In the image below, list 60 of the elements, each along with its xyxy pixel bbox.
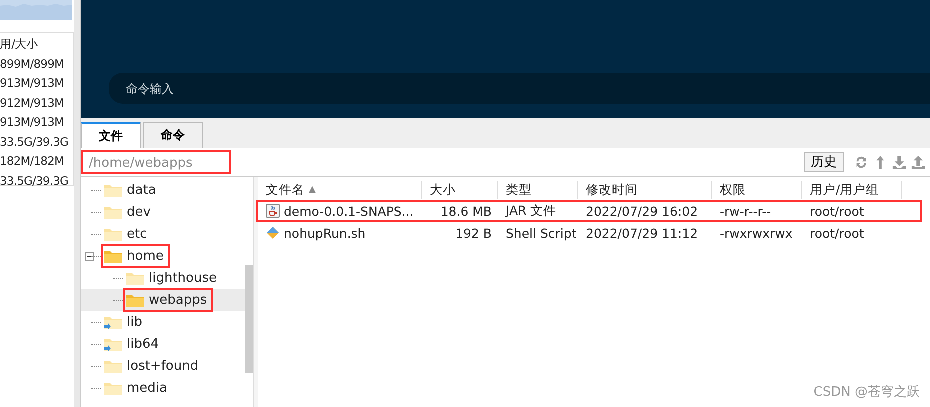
tree-item[interactable]: webapps	[123, 288, 214, 312]
folder-icon	[125, 292, 145, 308]
column-header[interactable]: 大小	[422, 181, 498, 199]
folder-icon	[103, 226, 123, 242]
tree-item[interactable]: lib	[101, 310, 148, 334]
scrollbar-thumb[interactable]	[245, 265, 253, 373]
file-name-cell[interactable]: demo-0.0.1-SNAPS...	[258, 204, 422, 218]
table-cell-text: 913M/913M	[0, 75, 66, 92]
table-cell-text: 182M/182M	[0, 153, 66, 170]
watermark-text: CSDN @苍穹之跃	[814, 384, 920, 401]
table-cell-text: JAR 文件	[504, 202, 558, 220]
table-cell-text: 2022/07/29 16:02	[585, 204, 700, 218]
column-header[interactable]: 权限	[712, 181, 802, 199]
table-cell-text: 2022/07/29 11:12	[585, 226, 700, 240]
folder-icon	[103, 204, 123, 220]
folder-icon	[103, 248, 123, 264]
table-cell-text: 899M/899M	[0, 56, 66, 72]
tree-item[interactable]: home	[101, 244, 170, 268]
path-field[interactable]: /home/webapps	[81, 150, 231, 174]
folder-icon	[103, 380, 123, 396]
column-header[interactable]: 文件名 ▲	[258, 181, 422, 199]
table-cell-text: 18.6 MB	[440, 204, 493, 218]
file-name-cell[interactable]: nohupRun.sh	[258, 226, 422, 240]
tree-item[interactable]: lib64	[101, 332, 166, 356]
refresh-icon[interactable]	[854, 154, 869, 170]
column-header[interactable]: 类型	[498, 181, 578, 199]
tab[interactable]: 文件	[81, 122, 141, 148]
tree-item[interactable]: etc	[101, 222, 154, 246]
table-cell-text: 33.5G/39.3G	[0, 172, 70, 190]
column-header[interactable]: 用户/用户组	[802, 181, 902, 199]
tab[interactable]: 命令	[143, 122, 203, 148]
table-cell-text: root/root	[809, 204, 866, 218]
tree-item[interactable]: data	[101, 178, 162, 202]
folder-icon	[103, 358, 123, 374]
tree-item[interactable]: dev	[101, 200, 157, 224]
table-cell-text: 912M/913M	[0, 94, 66, 112]
table-cell-text: 33.5G/39.3G	[0, 134, 70, 150]
folder-shortcut-icon	[103, 336, 123, 352]
table-cell-text: 192 B	[454, 226, 493, 240]
folder-icon	[103, 182, 123, 198]
tree-item[interactable]: media	[101, 376, 174, 400]
command-input[interactable]: 命令输入	[109, 73, 930, 104]
folder-shortcut-icon	[103, 314, 123, 330]
table-cell-text: Shell Script	[505, 226, 578, 240]
table-header: 用/大小	[0, 36, 40, 53]
tree-item[interactable]: lighthouse	[123, 266, 224, 290]
table-cell-text: -rwxrwxrwx	[719, 226, 794, 240]
coffee-cup-icon	[266, 204, 280, 218]
table-cell-text: -rw-r--r--	[719, 204, 772, 218]
folder-icon	[125, 270, 145, 286]
table-cell-text: root/root	[809, 226, 866, 240]
scrollbar[interactable]	[74, 0, 81, 407]
diamond-icon	[266, 226, 280, 240]
table-cell-text: 913M/913M	[0, 114, 66, 131]
history-button[interactable]: 历史	[804, 152, 844, 172]
column-header[interactable]: 修改时间	[578, 181, 712, 199]
tree-item[interactable]: lost+found	[101, 354, 205, 378]
collapse-toggle-icon[interactable]	[85, 252, 94, 260]
upload-icon[interactable]	[911, 154, 926, 170]
download-icon[interactable]	[892, 154, 907, 170]
